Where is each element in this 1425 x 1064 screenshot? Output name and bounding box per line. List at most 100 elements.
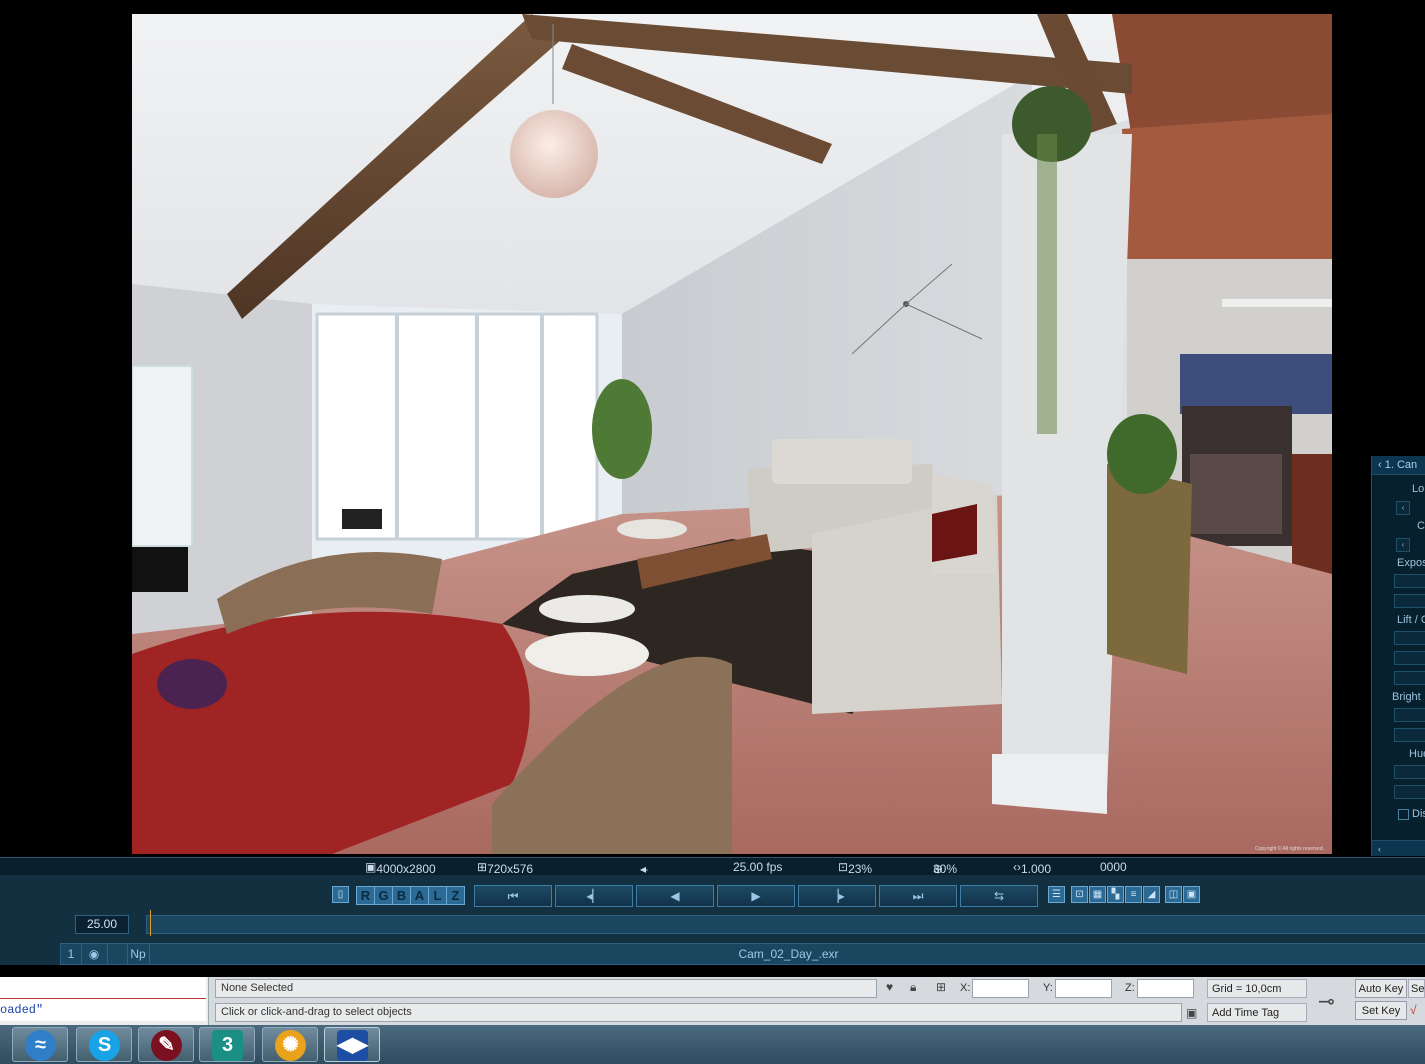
skype-icon[interactable]: S: [76, 1027, 132, 1062]
panel-label-exposure: Expos: [1397, 557, 1425, 569]
selection-info: None Selected: [215, 979, 877, 998]
go-to-start-button[interactable]: ⏮: [474, 885, 552, 907]
diagonal-button[interactable]: ◢: [1143, 886, 1160, 903]
exposure-slider[interactable]: [1394, 594, 1425, 608]
maxscript-listener[interactable]: oaded": [0, 977, 209, 1025]
isolate-icon[interactable]: ♥: [886, 980, 893, 994]
step-back-icon: ◂▏: [586, 889, 602, 903]
x-label: X:: [960, 982, 971, 994]
resolution-readout: ▣ 4000x2800: [365, 860, 436, 876]
skip-start-icon: ⏮: [507, 889, 519, 903]
timeline-scrubber[interactable]: [146, 910, 1425, 936]
panel-label-brightness: Bright: [1392, 691, 1421, 703]
max-status-bar: oaded" None Selected Click or click-and-…: [0, 977, 1425, 1025]
maxscript-input[interactable]: [0, 977, 206, 999]
panel-label-lo: Lo: [1412, 483, 1425, 495]
add-time-tag-button[interactable]: Add Time Tag: [1207, 1003, 1307, 1022]
panel-label-display[interactable]: Dis: [1398, 808, 1425, 820]
gamma-readout: ‹› 1.000: [1013, 860, 1052, 876]
loop-icon: ⇆: [993, 889, 1005, 903]
play-reverse-icon: ◀: [670, 889, 680, 903]
absolute-mode-icon[interactable]: ⊞: [936, 980, 946, 994]
display-checkbox[interactable]: [1398, 808, 1409, 820]
brightness-slider[interactable]: [1394, 728, 1425, 742]
go-to-end-button[interactable]: ⏭: [879, 885, 957, 907]
y-coordinate-field[interactable]: [1055, 979, 1112, 998]
grid-button[interactable]: ▦: [1089, 886, 1106, 903]
safe-frame-button[interactable]: ⊡: [1071, 886, 1088, 903]
auto-key-button[interactable]: Auto Key: [1355, 979, 1407, 998]
prompt-line: Click or click-and-drag to select object…: [215, 1003, 1182, 1022]
preview-size-readout: ⊞ 720x576: [477, 860, 534, 876]
media-player-icon[interactable]: ◀▶: [324, 1027, 380, 1062]
layer-index: 1: [61, 944, 82, 964]
split-view-button[interactable]: ▯: [332, 886, 349, 903]
layer-mode[interactable]: Np: [127, 944, 150, 964]
step-forward-button[interactable]: ▕▸: [798, 885, 876, 907]
exposure-field[interactable]: [1394, 574, 1425, 588]
wing-app-icon[interactable]: ≈: [12, 1027, 68, 1062]
key-filters-icon[interactable]: √: [1410, 1003, 1417, 1017]
prompt-text: Click or click-and-drag to select object…: [221, 1006, 412, 1018]
compare-button[interactable]: ◫: [1165, 886, 1182, 903]
lift-field-2[interactable]: [1394, 651, 1425, 665]
timecode-readout: 0000: [1100, 860, 1127, 874]
fullscreen-button[interactable]: ▣: [1183, 886, 1200, 903]
selected-dropdown[interactable]: Sel: [1408, 979, 1425, 998]
channel-g-button[interactable]: G: [374, 886, 393, 905]
color-correction-panel: ‹ 1. Can Lo ‹ C ‹ Expos Lift / C Bright …: [1371, 456, 1425, 856]
z-label: Z:: [1125, 982, 1135, 994]
channel-l-button[interactable]: L: [428, 886, 447, 905]
y-label: Y:: [1043, 982, 1053, 994]
brightness-field[interactable]: [1394, 708, 1425, 722]
panel-label-c: C: [1417, 520, 1425, 532]
windows-taskbar: ≈ S ✎ 3 ✺ ◀▶: [0, 1025, 1425, 1064]
loop-button[interactable]: ⇆: [960, 885, 1038, 907]
checker-button[interactable]: ▚: [1107, 886, 1124, 903]
layer-row[interactable]: 1 ◉ Np Cam_02_Day_.exr: [60, 943, 1425, 965]
panel-footer-arrow[interactable]: ‹: [1372, 840, 1425, 856]
step-back-button[interactable]: ◂▏: [555, 885, 633, 907]
channel-z-button[interactable]: Z: [446, 886, 465, 905]
lift-field-3[interactable]: [1394, 671, 1425, 685]
hue-field[interactable]: [1394, 765, 1425, 779]
c-spinner-icon[interactable]: ‹: [1396, 538, 1410, 552]
selection-status: None Selected: [221, 982, 294, 994]
lock-icon[interactable]: 🔒︎: [910, 980, 916, 995]
x-coordinate-field[interactable]: [972, 979, 1029, 998]
xnview-icon[interactable]: ✺: [262, 1027, 318, 1062]
layer-filename: Cam_02_Day_.exr: [738, 947, 839, 961]
channel-r-button[interactable]: R: [356, 886, 375, 905]
render-copyright: Copyright © All rights reserved.: [1255, 846, 1324, 852]
panel-label-lift: Lift / C: [1397, 614, 1425, 626]
play-reverse-button[interactable]: ◀: [636, 885, 714, 907]
channel-b-button[interactable]: B: [392, 886, 411, 905]
lift-field-1[interactable]: [1394, 631, 1425, 645]
visibility-eye-icon[interactable]: ◉: [81, 944, 108, 964]
key-icon[interactable]: ⊸: [1318, 989, 1335, 1014]
maxscript-output: oaded": [0, 999, 206, 1021]
key-filter-icon[interactable]: ▣: [1186, 1006, 1197, 1020]
lines-button[interactable]: ≡: [1125, 886, 1142, 903]
interior-render: [132, 14, 1332, 854]
list-view-button[interactable]: ☰: [1048, 886, 1065, 903]
drawing-app-icon[interactable]: ✎: [138, 1027, 194, 1062]
set-key-button[interactable]: Set Key: [1355, 1001, 1407, 1020]
render-viewport[interactable]: Copyright © All rights reserved.: [132, 14, 1332, 854]
collapse-arrow-icon[interactable]: ‹: [1378, 459, 1382, 471]
playhead[interactable]: [150, 910, 151, 936]
panel-label-hue: Hue: [1409, 748, 1425, 760]
channel-a-button[interactable]: A: [410, 886, 429, 905]
step-forward-icon: ▕▸: [829, 889, 845, 903]
z-coordinate-field[interactable]: [1137, 979, 1194, 998]
frame-number-field[interactable]: 25.00: [75, 915, 129, 934]
panel-header[interactable]: ‹ 1. Can: [1372, 456, 1425, 475]
lo-spinner-icon[interactable]: ‹: [1396, 501, 1410, 515]
fps-readout: 25.00 fps: [733, 860, 783, 874]
hue-slider[interactable]: [1394, 785, 1425, 799]
play-button[interactable]: ▶: [717, 885, 795, 907]
panel-title: 1. Can: [1384, 459, 1418, 471]
play-icon: ▶: [751, 889, 761, 903]
3ds-max-icon[interactable]: 3: [199, 1027, 255, 1062]
layer-blank-cell: [107, 944, 128, 964]
